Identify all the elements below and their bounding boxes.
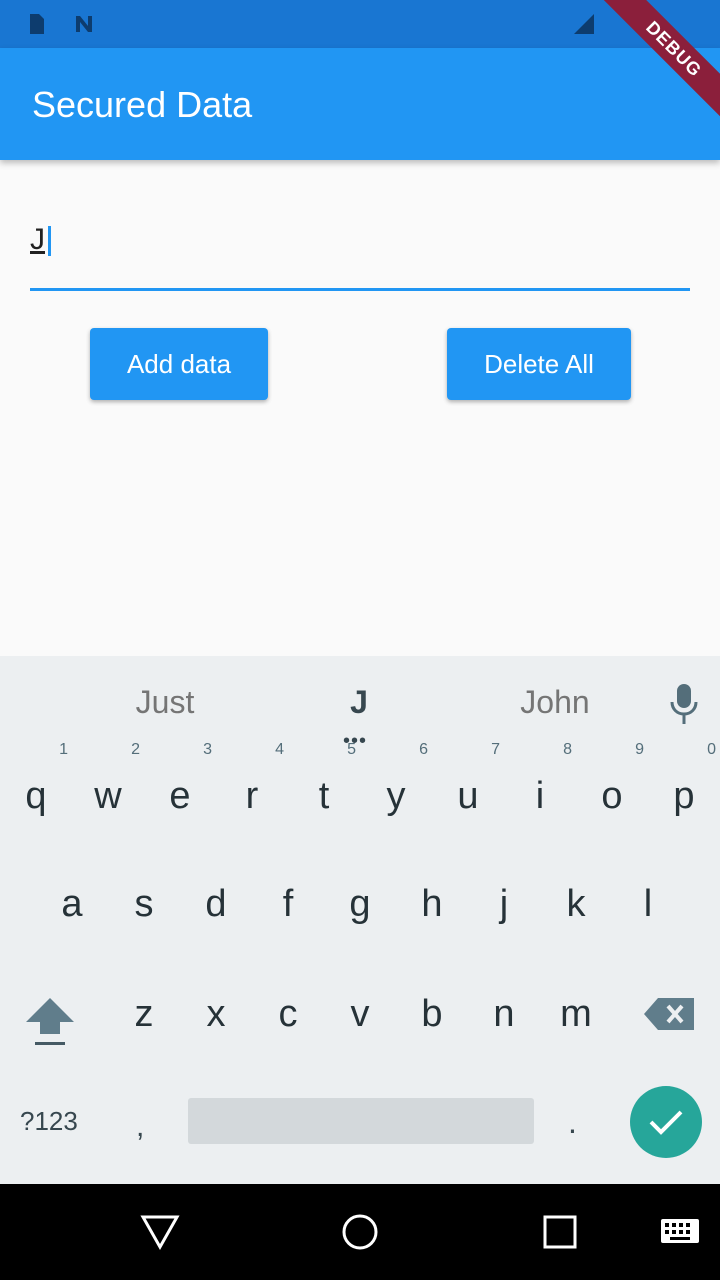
suggestion-right[interactable]: John [490,684,620,721]
key-hint: 1 [59,741,68,758]
key-v[interactable]: v [324,964,396,1064]
debug-label: DEBUG [600,0,720,120]
text-cursor [48,226,51,256]
key-i[interactable]: i8 [504,741,576,846]
data-input[interactable] [30,210,690,270]
key-label: t [318,775,330,817]
key-hint: 4 [275,741,284,758]
navigation-bar [0,1184,720,1280]
key-u[interactable]: u7 [432,741,504,846]
key-hint: 3 [203,741,212,758]
key-c[interactable]: c [252,964,324,1064]
key-label: o [601,775,623,817]
key-b[interactable]: b [396,964,468,1064]
key-hint: 5 [347,741,356,758]
shift-icon[interactable] [22,992,78,1052]
data-input-wrapper [30,210,690,291]
key-o[interactable]: o9 [576,741,648,846]
key-label: y [386,775,406,817]
key-n[interactable]: n [468,964,540,1064]
key-hint: 2 [131,741,140,758]
mic-icon[interactable] [666,682,702,726]
key-w[interactable]: w2 [72,741,144,846]
keyboard-switch-icon[interactable] [660,1218,700,1246]
key-hint: 8 [563,741,572,758]
key-l[interactable]: l [612,854,684,954]
signal-icon [574,14,594,34]
key-hint: 6 [419,741,428,758]
key-q[interactable]: q1 [0,741,72,846]
soft-keyboard: Just J ••• John q1 w2 e3 r4 t5 y6 u7 i8 … [0,656,720,1184]
key-f[interactable]: f [252,854,324,954]
key-j[interactable]: j [468,854,540,954]
key-label: w [94,775,122,817]
key-x[interactable]: x [180,964,252,1064]
key-label: q [25,775,47,817]
period-key[interactable]: . [568,1104,577,1141]
suggestion-bar: Just J ••• John [0,656,720,752]
key-a[interactable]: a [36,854,108,954]
key-e[interactable]: e3 [144,741,216,846]
symbols-key[interactable]: ?123 [20,1106,78,1137]
recents-icon[interactable] [542,1214,578,1250]
backspace-icon[interactable] [644,996,696,1032]
delete-all-button[interactable]: Delete All [447,328,631,400]
key-d[interactable]: d [180,854,252,954]
notification-icon [76,16,92,32]
sim-icon [30,14,44,34]
suggestion-left[interactable]: Just [100,684,230,721]
key-g[interactable]: g [324,854,396,954]
key-label: u [457,775,479,817]
key-k[interactable]: k [540,854,612,954]
key-label: p [673,775,695,817]
check-icon [649,1110,683,1135]
key-label: e [169,775,191,817]
key-label: i [535,775,545,817]
key-r[interactable]: r4 [216,741,288,846]
key-hint: 7 [491,741,500,758]
key-h[interactable]: h [396,854,468,954]
key-hint: 0 [707,741,716,758]
add-data-button[interactable]: Add data [90,328,268,400]
page-title: Secured Data [32,84,253,125]
debug-banner: DEBUG [600,0,720,120]
key-p[interactable]: p0 [648,741,720,846]
key-label: r [245,775,259,817]
key-t[interactable]: t5 [288,741,360,846]
enter-key[interactable] [630,1086,702,1158]
key-m[interactable]: m [540,964,612,1064]
suggestion-middle[interactable]: J [300,684,418,721]
key-hint: 9 [635,741,644,758]
key-s[interactable]: s [108,854,180,954]
back-icon[interactable] [140,1214,180,1250]
comma-key[interactable]: , [136,1110,144,1144]
home-icon[interactable] [340,1212,380,1252]
key-z[interactable]: z [108,964,180,1064]
space-key[interactable] [188,1098,534,1144]
key-y[interactable]: y6 [360,741,432,846]
